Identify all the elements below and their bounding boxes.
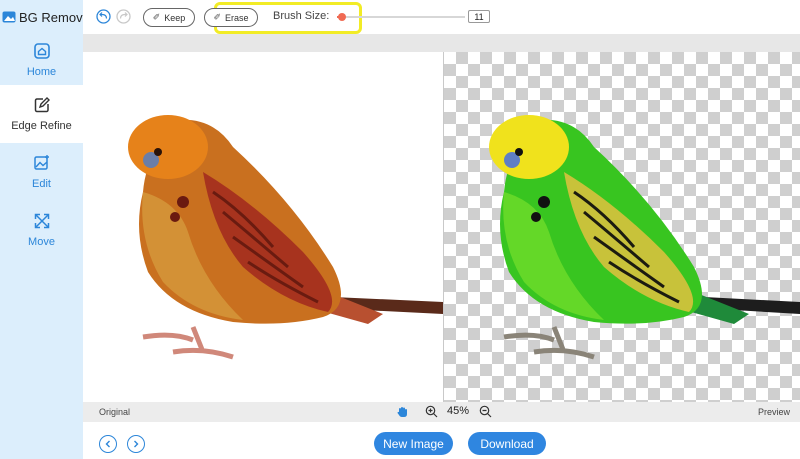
sidebar-item-move[interactable]: Move <box>0 201 83 259</box>
next-button[interactable] <box>127 435 145 453</box>
new-image-button[interactable]: New Image <box>374 432 453 455</box>
erase-label: Erase <box>225 12 249 23</box>
brush-size-label: Brush Size: <box>273 10 330 22</box>
sidebar-item-edge-refine[interactable]: Edge Refine <box>0 85 83 143</box>
previous-button[interactable] <box>99 435 117 453</box>
footer: New Image Download <box>83 422 800 459</box>
sidebar-item-label: Home <box>26 66 57 78</box>
chevron-left-icon <box>105 440 110 448</box>
erase-button[interactable]: ✐ Erase <box>204 8 258 27</box>
toolbar: ✐ Keep ✐ Erase Brush Size: 11 <box>83 0 800 34</box>
hand-pan-icon[interactable] <box>396 405 409 418</box>
app-logo-icon <box>2 11 16 23</box>
slider-handle[interactable] <box>338 13 346 21</box>
chevron-right-icon <box>134 440 139 448</box>
original-budgie-image <box>128 115 443 360</box>
brush-pen-icon: ✐ <box>152 12 161 22</box>
edit-square-icon <box>34 97 50 113</box>
download-button[interactable]: Download <box>468 432 546 455</box>
sidebar-item-label: Move <box>28 236 55 248</box>
sidebar: BG Remover Home Edge Refine Edit Move <box>0 0 94 459</box>
eraser-pen-icon: ✐ <box>213 12 222 22</box>
move-arrows-icon <box>34 213 49 229</box>
keep-button[interactable]: ✐ Keep <box>143 8 195 27</box>
preview-pane <box>444 52 800 402</box>
sidebar-item-label: Edge Refine <box>11 120 72 132</box>
sidebar-item-label: Edit <box>32 178 51 190</box>
brush-size-slider[interactable] <box>337 13 465 21</box>
sidebar-item-home[interactable]: Home <box>0 31 83 89</box>
original-pane <box>83 52 443 402</box>
zoom-in-icon[interactable] <box>425 405 438 418</box>
app-window: BG Remover Home Edge Refine Edit Move ✐ … <box>0 0 800 459</box>
keep-label: Keep <box>164 12 186 23</box>
brand: BG Remover <box>2 8 94 26</box>
home-icon <box>33 43 50 59</box>
preview-label: Preview <box>757 407 790 417</box>
brush-size-value[interactable]: 11 <box>468 10 490 23</box>
zoom-out-icon[interactable] <box>479 405 492 418</box>
original-label: Original <box>99 407 131 417</box>
undo-icon[interactable] <box>96 9 111 24</box>
preview-budgie-image <box>489 115 800 360</box>
redo-icon[interactable] <box>116 9 131 24</box>
sidebar-item-edit[interactable]: Edit <box>0 143 83 201</box>
image-edit-icon <box>33 155 49 170</box>
workspace <box>83 34 800 402</box>
zoom-level: 45% <box>447 405 470 417</box>
status-bar: Original 45% Preview <box>83 402 800 422</box>
